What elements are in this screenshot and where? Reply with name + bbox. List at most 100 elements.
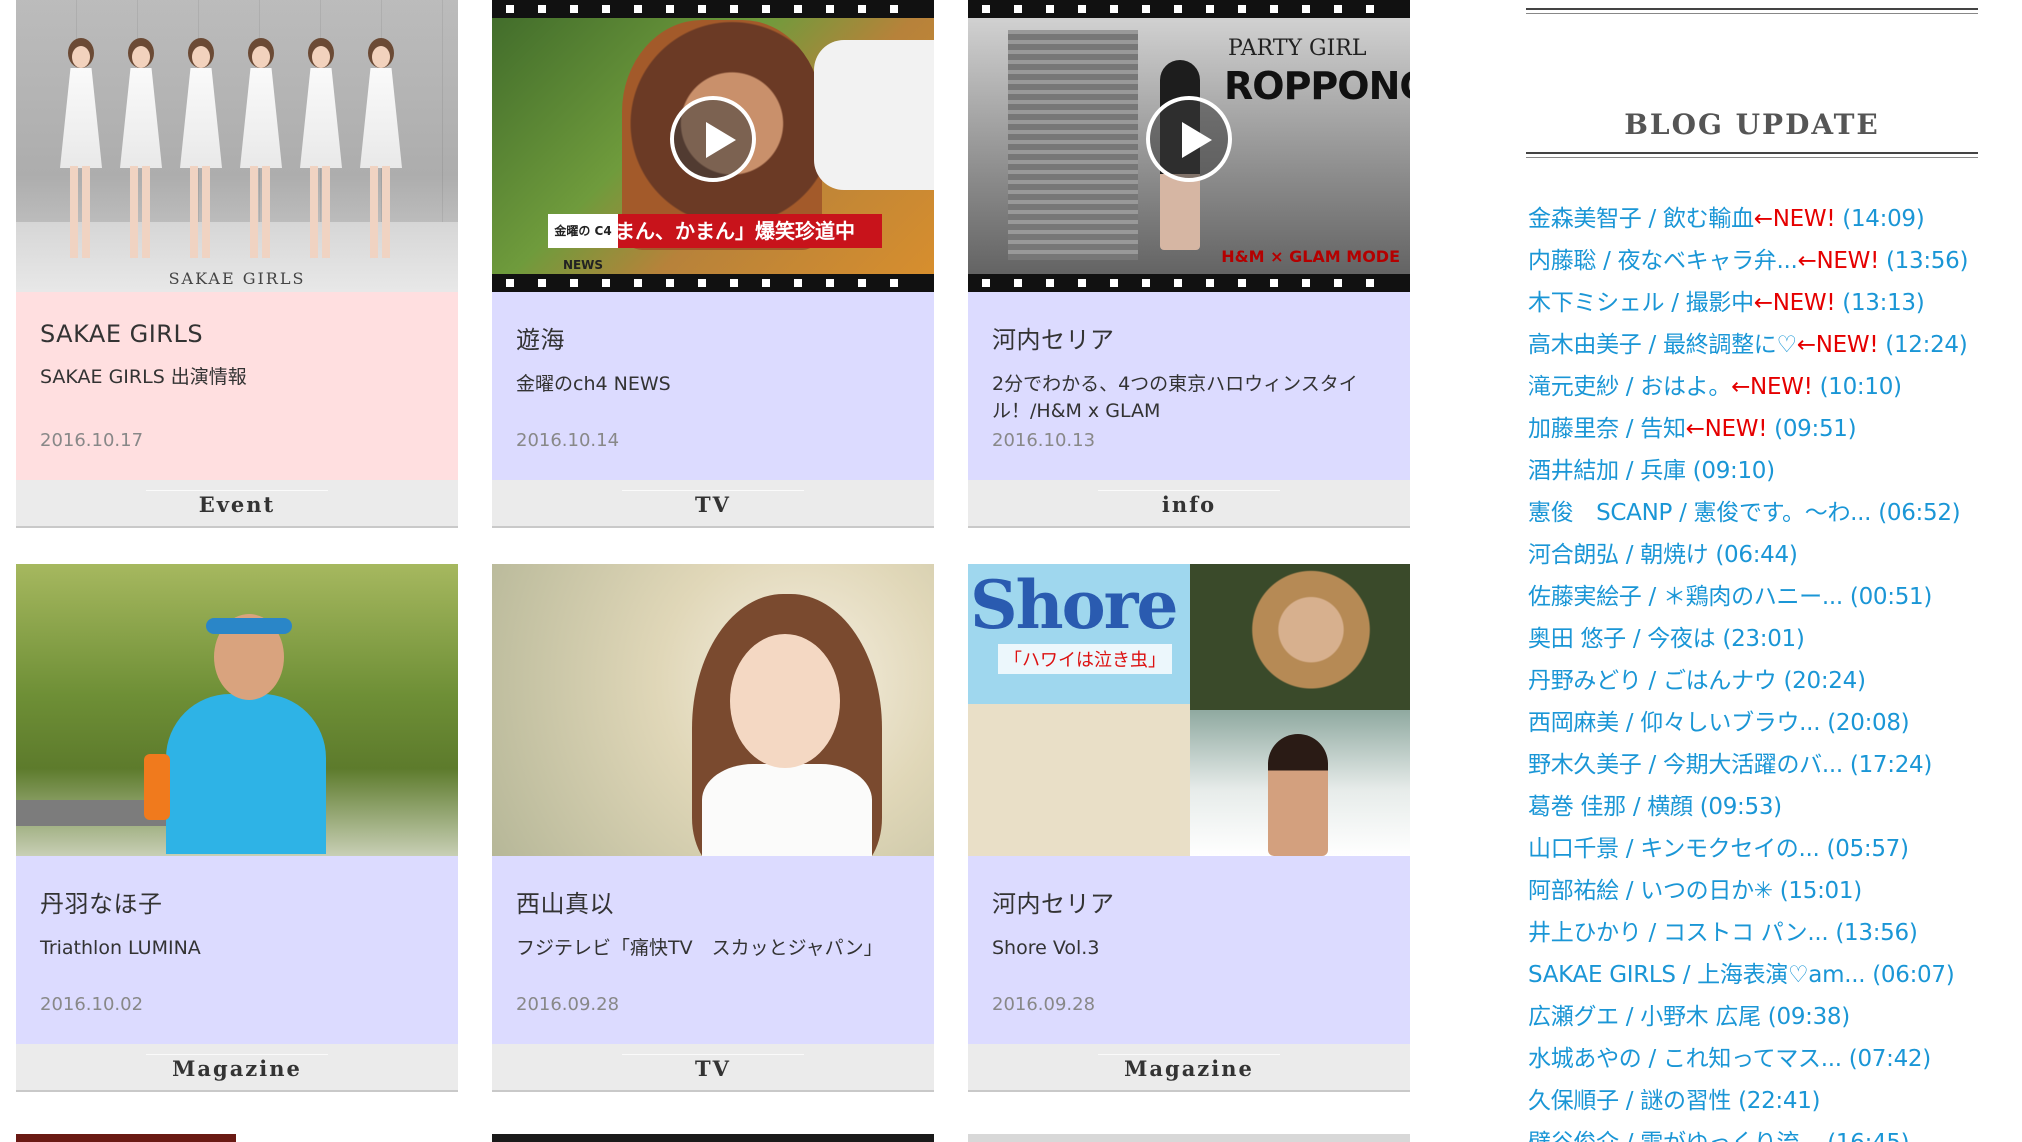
card-info[interactable]: 丹羽なほ子 Triathlon LUMINA 2016.10.02 <box>16 856 458 1044</box>
card-thumbnail[interactable]: SAKAE GIRLS <box>16 0 458 292</box>
blog-update-item[interactable]: 水城あやの / これ知ってマス... (07:42) <box>1528 1038 1968 1080</box>
next-row-card-thumbnail[interactable] <box>968 1134 1410 1142</box>
blog-update-item[interactable]: 木下ミシェル / 撮影中←NEW! (13:13) <box>1528 282 1968 324</box>
new-badge: ←NEW! <box>1753 206 1836 232</box>
card-info[interactable]: 河内セリア 2分でわかる、4つの東京ハロウィンスタイル！/H&M x GLAM … <box>968 292 1410 480</box>
blog-item-time: (06:52) <box>1871 500 1961 526</box>
card-thumbnail[interactable] <box>16 564 458 856</box>
card-description: フジテレビ「痛快TV スカッとジャパン」 <box>516 937 883 959</box>
filmstrip-top <box>968 0 1410 18</box>
blog-item-title: 丹野みどり / ごはんナウ <box>1528 668 1777 694</box>
blog-update-item[interactable]: 山口千景 / キンモクセイの... (05:57) <box>1528 828 1968 870</box>
card-description: 2分でわかる、4つの東京ハロウィンスタイル！/H&M x GLAM <box>992 373 1358 422</box>
blog-item-time: (16:45) <box>1820 1130 1909 1142</box>
blog-update-heading: BLOG UPDATE <box>1624 108 1880 141</box>
blog-update-item[interactable]: 憲俊 SCANP / 憲俊です。〜わ... (06:52) <box>1528 492 1968 534</box>
blog-update-item[interactable]: 佐藤実絵子 / ＊鶏肉のハニー... (00:51) <box>1528 576 1968 618</box>
category-label[interactable]: Magazine <box>968 1044 1410 1092</box>
category-label[interactable]: Event <box>16 480 458 528</box>
blog-update-item[interactable]: 内藤聡 / 夜なベキャラ弁...←NEW! (13:56) <box>1528 240 1968 282</box>
blog-item-title: 葛巻 佳那 / 横顔 <box>1528 794 1693 820</box>
blog-item-time: (09:51) <box>1767 416 1857 442</box>
card-info[interactable]: SAKAE GIRLS SAKAE GIRLS 出演情報 2016.10.17 <box>16 292 458 480</box>
magazine-title: Shore <box>970 566 1178 644</box>
card-name: 西山真以 <box>516 890 614 918</box>
card-thumbnail[interactable] <box>492 564 934 856</box>
filmstrip-bottom <box>492 274 934 292</box>
video-thumbnail[interactable]: 「かまん、かまん」爆笑珍道中 金曜の C4 NEWS <box>492 0 934 292</box>
blog-item-time: (13:13) <box>1835 290 1925 316</box>
play-icon[interactable] <box>670 96 756 182</box>
party-title-line1: PARTY GIRL <box>1228 36 1367 61</box>
blog-update-item[interactable]: 金森美智子 / 飲む輸血←NEW! (14:09) <box>1528 198 1968 240</box>
blog-update-item[interactable]: 丹野みどり / ごはんナウ (20:24) <box>1528 660 1968 702</box>
blog-item-time: (20:08) <box>1820 710 1910 736</box>
blog-update-item[interactable]: 滝元吏紗 / おはよ。←NEW! (10:10) <box>1528 366 1968 408</box>
blog-item-title: 井上ひかり / コストコ パン... <box>1528 920 1829 946</box>
blog-item-time: (07:42) <box>1841 1046 1931 1072</box>
card-nishiyama[interactable]: 西山真以 フジテレビ「痛快TV スカッとジャパン」 2016.09.28 TV <box>492 564 934 1092</box>
blog-item-time: (06:44) <box>1708 542 1798 568</box>
blog-update-item[interactable]: 野木久美子 / 今期大活躍のバ... (17:24) <box>1528 744 1968 786</box>
content-grid: SAKAE GIRLS SAKAE GIRLS SAKAE GIRLS 出演情報… <box>16 0 1426 1142</box>
filmstrip-top <box>492 0 934 18</box>
play-icon[interactable] <box>1146 96 1232 182</box>
blog-item-time: (09:53) <box>1692 794 1782 820</box>
card-name: SAKAE GIRLS <box>40 320 204 348</box>
category-label[interactable]: TV <box>492 1044 934 1092</box>
card-name: 遊海 <box>516 326 565 354</box>
blog-item-time: (15:01) <box>1772 878 1862 904</box>
blog-update-item[interactable]: 葛巻 佳那 / 横顔 (09:53) <box>1528 786 1968 828</box>
blog-item-title: 壁谷俊介 / 雲がゆっくり流... <box>1528 1130 1821 1142</box>
video-thumbnail[interactable]: PARTY GIRL ROPPONGI H&M × GLAM MODE <box>968 0 1410 292</box>
card-info[interactable]: 遊海 金曜のch4 NEWS 2016.10.14 <box>492 292 934 480</box>
blog-item-time: (10:10) <box>1812 374 1902 400</box>
blog-item-title: 奥田 悠子 / 今夜は <box>1528 626 1716 652</box>
card-date: 2016.10.17 <box>40 430 144 451</box>
card-info[interactable]: 西山真以 フジテレビ「痛快TV スカッとジャパン」 2016.09.28 <box>492 856 934 1044</box>
card-thumbnail[interactable]: Shore 「ハワイは泣き虫」 <box>968 564 1410 856</box>
blog-item-time: (17:24) <box>1842 752 1933 778</box>
next-row-card-thumbnail[interactable] <box>492 1134 934 1142</box>
party-title-line2: ROPPONGI <box>1224 64 1410 108</box>
blog-item-time: (06:07) <box>1865 962 1955 988</box>
blog-update-item[interactable]: 酒井結加 / 兵庫 (09:10) <box>1528 450 1968 492</box>
blog-update-item[interactable]: 西岡麻美 / 仰々しいブラウ... (20:08) <box>1528 702 1968 744</box>
blog-update-item[interactable]: SAKAE GIRLS / 上海表演♡am... (06:07) <box>1528 954 1968 996</box>
magazine-subtitle: 「ハワイは泣き虫」 <box>998 644 1172 674</box>
blog-update-item[interactable]: 壁谷俊介 / 雲がゆっくり流... (16:45) <box>1528 1122 1968 1142</box>
card-name: 河内セリア <box>992 326 1115 354</box>
new-badge: ←NEW! <box>1685 416 1768 442</box>
blog-update-item[interactable]: 久保順子 / 謎の習性 (22:41) <box>1528 1080 1968 1122</box>
next-row-card-thumbnail[interactable] <box>16 1134 236 1142</box>
blog-item-title: SAKAE GIRLS / 上海表演♡am... <box>1528 962 1866 988</box>
card-celia-shore[interactable]: Shore 「ハワイは泣き虫」 河内セリア Shore Vol.3 2016.0… <box>968 564 1410 1092</box>
blog-item-time: (09:10) <box>1685 458 1775 484</box>
blog-item-title: 山口千景 / キンモクセイの... <box>1528 836 1820 862</box>
category-label[interactable]: TV <box>492 480 934 528</box>
card-yumi-tv[interactable]: 「かまん、かまん」爆笑珍道中 金曜の C4 NEWS 遊海 金曜のch4 NEW… <box>492 0 934 528</box>
blog-update-item[interactable]: 加藤里奈 / 告知←NEW! (09:51) <box>1528 408 1968 450</box>
card-date: 2016.10.13 <box>992 430 1096 451</box>
blog-item-title: 広瀬グエ / 小野木 広尾 <box>1528 1004 1761 1030</box>
blog-item-title: 滝元吏紗 / おはよ。 <box>1528 374 1732 400</box>
category-label[interactable]: info <box>968 480 1410 528</box>
blog-update-item[interactable]: 高木由美子 / 最終調整に♡←NEW! (12:24) <box>1528 324 1968 366</box>
card-niwa-nahoko[interactable]: 丹羽なほ子 Triathlon LUMINA 2016.10.02 Magazi… <box>16 564 458 1092</box>
card-date: 2016.09.28 <box>992 994 1096 1015</box>
blog-item-title: 野木久美子 / 今期大活躍のバ... <box>1528 752 1843 778</box>
card-description: SAKAE GIRLS 出演情報 <box>40 366 247 388</box>
blog-update-item[interactable]: 広瀬グエ / 小野木 広尾 (09:38) <box>1528 996 1968 1038</box>
blog-item-time: (12:24) <box>1878 332 1968 358</box>
category-label[interactable]: Magazine <box>16 1044 458 1092</box>
blog-update-item[interactable]: 阿部祐絵 / いつの日か✳︎ (15:01) <box>1528 870 1968 912</box>
blog-update-item[interactable]: 奥田 悠子 / 今夜は (23:01) <box>1528 618 1968 660</box>
blog-update-item[interactable]: 河合朗弘 / 朝焼け (06:44) <box>1528 534 1968 576</box>
new-badge: ←NEW! <box>1797 248 1880 274</box>
card-celia-info[interactable]: PARTY GIRL ROPPONGI H&M × GLAM MODE 河内セリ… <box>968 0 1410 528</box>
card-sakae-girls[interactable]: SAKAE GIRLS SAKAE GIRLS SAKAE GIRLS 出演情報… <box>16 0 458 528</box>
card-info[interactable]: 河内セリア Shore Vol.3 2016.09.28 <box>968 856 1410 1044</box>
card-date: 2016.09.28 <box>516 994 620 1015</box>
blog-update-item[interactable]: 井上ひかり / コストコ パン... (13:56) <box>1528 912 1968 954</box>
brand-logo: H&M × GLAM MODE <box>1221 247 1400 266</box>
